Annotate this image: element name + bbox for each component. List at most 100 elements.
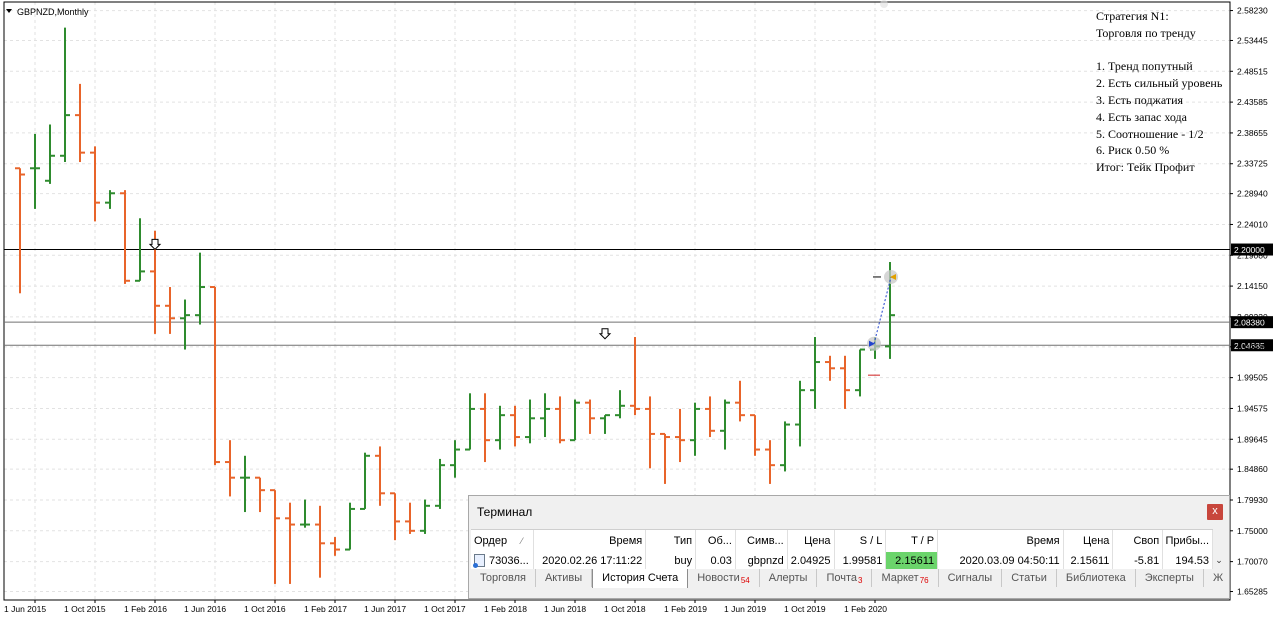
tab-label: Маркет [881, 572, 919, 584]
tab-label: Статьи [1011, 572, 1047, 584]
table-cell: -5.81 [1113, 552, 1164, 569]
arrow-down-icon [148, 238, 162, 251]
table-cell-value: 73036... [489, 554, 529, 567]
tab-11[interactable]: Эксперты [1136, 569, 1204, 587]
deal-icon [473, 554, 485, 568]
x-tick-label: 1 Oct 2019 [784, 604, 826, 614]
column-header[interactable]: Время [938, 530, 1064, 552]
tab-label: История Счета [602, 572, 679, 584]
x-tick-label: 1 Jun 2019 [724, 604, 766, 614]
strategy-line: Стратегия N1: [1096, 9, 1169, 23]
column-header-label: Время [1026, 535, 1060, 547]
table-cell-value: 2020.03.09 04:50:11 [959, 554, 1060, 567]
arrow-down-icon [598, 328, 612, 340]
column-header[interactable]: Симв... [736, 530, 788, 552]
table-cell: 2.15611 [1064, 552, 1114, 569]
scroll-handle-icon[interactable] [880, 0, 888, 8]
x-tick-label: 1 Jun 2017 [364, 604, 406, 614]
tab-8[interactable]: Сигналы [939, 569, 1003, 587]
strategy-line: 5. Соотношение - 1/2 [1096, 126, 1204, 141]
strategy-line [1096, 42, 1231, 59]
tab-label: Ж [1212, 572, 1224, 584]
y-tick-label: 1.84860 [1237, 464, 1268, 474]
column-header[interactable]: S / L [835, 530, 887, 552]
table-cell: 73036... [471, 552, 534, 569]
chevron-down-icon[interactable]: ⌄ [1213, 552, 1225, 569]
y-tick-label: 2.28940 [1237, 189, 1268, 199]
column-header-label: S / L [859, 535, 883, 547]
tab-10[interactable]: Библиотека [1057, 569, 1136, 587]
x-tick-label: 1 Jun 2015 [4, 604, 46, 614]
chart-title: GBPNZD,Monthly [17, 7, 89, 17]
terminal-panel: Терминал x Ордер ⁄ Время Тип Об... Симв... Цен… [468, 495, 1230, 599]
table-cell: buy [646, 552, 697, 569]
terminal-tabs: Торговля Активы История Счета Новости54 Алер… [471, 569, 1225, 588]
table-cell-value: 2020.02.26 17:11:22 [542, 554, 643, 567]
y-tick-label: 1.79930 [1237, 495, 1268, 505]
column-header[interactable]: Цена [1064, 530, 1114, 552]
table-cell-value: 2.04925 [790, 554, 831, 567]
y-tick-label: 2.48515 [1237, 66, 1268, 76]
table-cell: 0.03 [696, 552, 736, 569]
column-header-label: Об... [707, 535, 732, 547]
tab-3[interactable]: История Счета [592, 569, 689, 588]
column-header-label: Ордер [474, 535, 508, 547]
tab-5[interactable]: Алерты [760, 569, 818, 587]
column-header[interactable]: Тип [646, 530, 697, 552]
column-header-label: T / P [911, 535, 935, 547]
x-tick-label: 1 Oct 2018 [604, 604, 646, 614]
table-cell: 2.15611 [886, 552, 939, 569]
column-header[interactable]: Прибы... [1163, 530, 1214, 552]
y-tick-label: 2.09220 [1237, 312, 1268, 322]
column-header[interactable]: T / P [886, 530, 939, 552]
tab-badge: 3 [857, 576, 863, 585]
table-row[interactable]: 73036... 2020.02.26 17:11:22 buy 0.03 gbpnzd… [471, 552, 1214, 569]
table-cell: 194.53 [1163, 552, 1214, 569]
column-header[interactable]: Время [534, 530, 647, 552]
y-tick-label: 1.75000 [1237, 526, 1268, 536]
tab-1[interactable]: Торговля [471, 569, 536, 587]
x-tick-label: 1 Feb 2017 [304, 604, 347, 614]
x-tick-label: 1 Oct 2016 [244, 604, 286, 614]
y-tick-label: 2.38655 [1237, 128, 1268, 138]
y-tick-label: 2.24010 [1237, 219, 1268, 229]
x-tick-label: 1 Oct 2015 [64, 604, 106, 614]
x-tick-label: 1 Jun 2018 [544, 604, 586, 614]
table-cell: 2.04925 [788, 552, 835, 569]
column-header-label: Прибы... [1165, 535, 1210, 547]
tab-9[interactable]: Статьи [1002, 569, 1057, 587]
strategy-line: 3. Есть поджатия [1096, 92, 1184, 107]
strategy-line: 2. Есть сильный уровень [1096, 76, 1223, 91]
tab-2[interactable]: Активы [536, 569, 593, 587]
table-cell-value: 2.15611 [1070, 554, 1110, 567]
table-cell: 2020.03.09 04:50:11 [938, 552, 1064, 569]
table-cell-value: -5.81 [1134, 554, 1160, 567]
trade-path-line[interactable] [873, 276, 892, 344]
strategy-line: 6. Риск 0.50 % [1096, 143, 1170, 158]
strategy-line: 4. Есть запас хода [1096, 109, 1187, 124]
x-tick-label: 1 Feb 2018 [484, 604, 527, 614]
column-header[interactable]: Ордер ⁄ [471, 530, 534, 552]
tab-label: Сигналы [947, 572, 993, 584]
table-cell-value: buy [674, 554, 693, 567]
tab-12[interactable]: Ж [1204, 569, 1225, 587]
column-header[interactable]: Цена [788, 530, 835, 552]
close-icon[interactable]: x [1207, 504, 1223, 520]
column-header-label: Тип [673, 535, 693, 547]
tab-badge: 76 [919, 576, 929, 585]
tab-label: Активы [544, 572, 583, 584]
column-header-label: Своп [1133, 535, 1160, 547]
tab-6[interactable]: Почта3 [817, 569, 873, 587]
table-cell-value: 0.03 [710, 554, 732, 567]
y-tick-label: 2.19080 [1237, 250, 1268, 260]
tab-label: Почта [826, 572, 857, 584]
y-tick-label: 2.04435 [1237, 342, 1268, 352]
column-header[interactable]: Своп [1113, 530, 1164, 552]
table-cell-value: 194.53 [1175, 554, 1210, 567]
tab-4[interactable]: Новости54 [688, 569, 760, 587]
tab-7[interactable]: Маркет76 [872, 569, 939, 587]
tab-label: Алерты [768, 572, 808, 584]
y-tick-label: 1.89645 [1237, 434, 1268, 444]
y-tick-label: 2.58230 [1237, 6, 1268, 16]
column-header[interactable]: Об... [696, 530, 736, 552]
